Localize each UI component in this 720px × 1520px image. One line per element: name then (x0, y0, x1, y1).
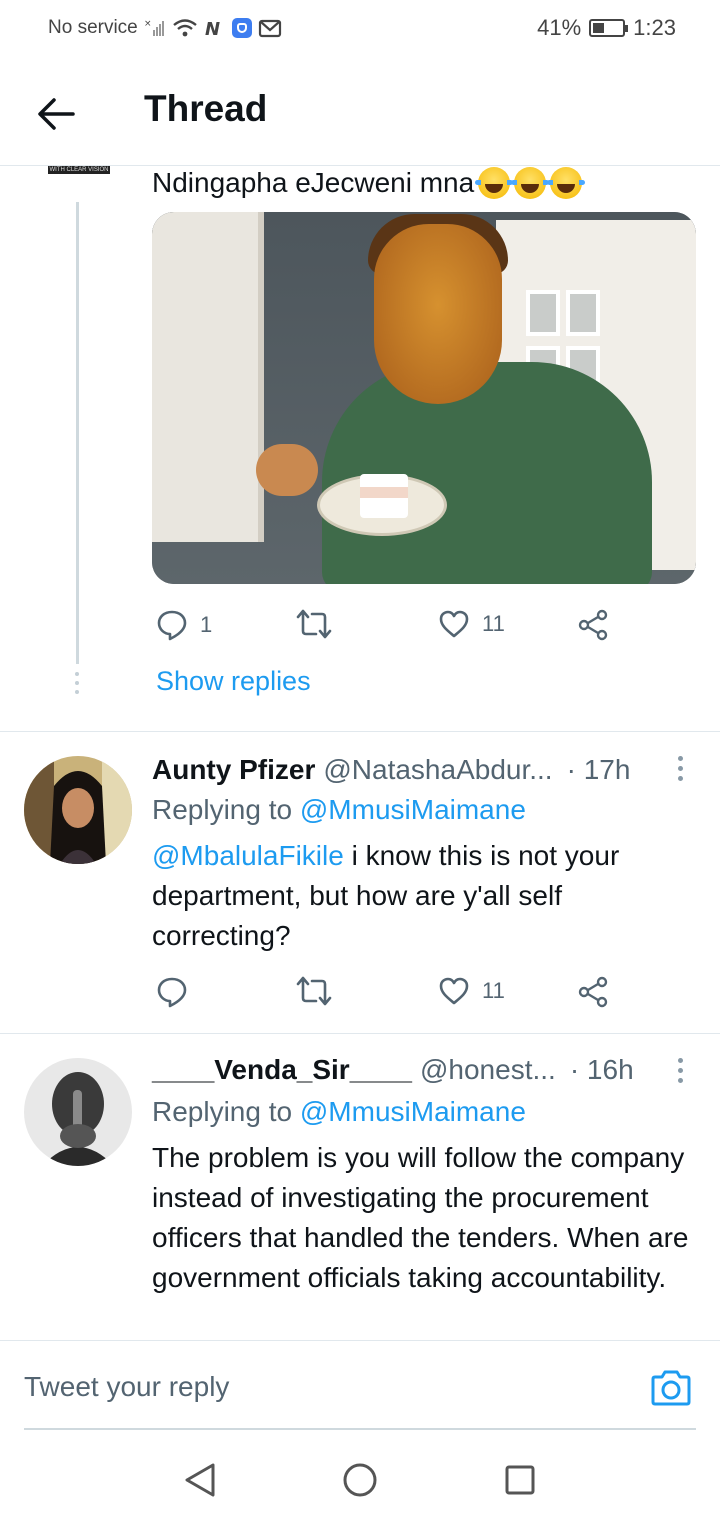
clock: 1:23 (633, 15, 676, 40)
camera-button[interactable] (650, 1369, 692, 1407)
back-button[interactable] (30, 88, 82, 140)
status-bar: No service × N 41% 1:23 (0, 0, 720, 58)
triangle-back-icon (185, 1463, 215, 1497)
signal-icon: × (144, 19, 164, 36)
comment-icon (157, 610, 187, 641)
display-name[interactable]: Aunty Pfizer (152, 754, 315, 786)
reply-text: @MbalulaFikile i know this is not your d… (152, 840, 620, 951)
tweet-media-image[interactable] (152, 212, 696, 584)
like-button[interactable]: 11 (438, 609, 505, 639)
nav-recents-button[interactable] (500, 1460, 540, 1500)
circle-home-icon (343, 1463, 377, 1497)
tears-of-joy-emoji-icon (511, 167, 550, 199)
timestamp: · 16h (569, 1054, 634, 1085)
share-button[interactable] (578, 609, 610, 641)
battery-percent: 41% (537, 15, 582, 40)
image-cake (360, 474, 408, 518)
replying-to-link[interactable]: @MmusiMaimane (300, 1096, 526, 1127)
svg-text:×: × (144, 19, 152, 29)
tweet-parent[interactable]: WITH CLEAR VISION Ndingapha eJecweni mna… (0, 166, 720, 732)
mention-link[interactable]: @MbalulaFikile (152, 840, 344, 871)
wifi-icon (172, 19, 197, 37)
tears-of-joy-emoji-icon (475, 167, 514, 199)
tweet-text: Ndingapha eJecweni mna (152, 166, 586, 200)
heart-icon (439, 977, 469, 1005)
svg-text:N: N (205, 19, 220, 38)
reply-header: Aunty Pfizer @NatashaAbdur... · 17h (152, 754, 630, 786)
battery-icon (589, 19, 629, 37)
tweet-reply-input[interactable]: Tweet your reply (24, 1371, 229, 1403)
reply-button[interactable]: 1 (156, 609, 212, 641)
reply-text: The problem is you will follow the compa… (152, 1142, 689, 1293)
mail-icon (258, 19, 281, 38)
image-door (152, 212, 264, 542)
nav-back-button[interactable] (180, 1460, 220, 1500)
display-name[interactable]: ____Venda_Sir____ (152, 1054, 412, 1086)
vpn-icon (231, 18, 252, 38)
replying-to: Replying to @MmusiMaimane (152, 794, 526, 825)
reply-tweet[interactable]: Aunty Pfizer @NatashaAbdur... · 17h Repl… (0, 732, 720, 1034)
replying-to: Replying to @MmusiMaimane (152, 1096, 526, 1127)
replying-to-link[interactable]: @MmusiMaimane (300, 794, 526, 825)
reply-tweet[interactable]: ____Venda_Sir____ @honest... · 16h Reply… (0, 1034, 720, 1340)
status-left: No service × N (48, 17, 282, 39)
share-icon (578, 976, 608, 1008)
status-right: 41% 1:23 (537, 15, 676, 41)
user-handle[interactable]: @honest... (420, 1054, 556, 1086)
reply-button[interactable] (156, 976, 200, 1008)
nav-home-button[interactable] (340, 1460, 380, 1500)
heart-icon (439, 610, 469, 638)
timestamp: · 17h (566, 754, 631, 785)
avatar[interactable] (24, 756, 132, 864)
tears-of-joy-emoji-icon (547, 167, 586, 199)
comment-icon (157, 977, 187, 1008)
avatar-label: WITH CLEAR VISION (48, 166, 110, 174)
reply-header: ____Venda_Sir____ @honest... · 16h (152, 1054, 634, 1086)
retweet-button[interactable] (296, 976, 344, 1006)
nfc-icon: N (205, 19, 220, 38)
camera-icon (651, 1370, 691, 1406)
reply-count: 1 (200, 612, 213, 637)
square-recents-icon (505, 1465, 535, 1495)
retweet-icon (296, 609, 332, 639)
share-icon (578, 609, 608, 641)
like-button[interactable]: 11 (438, 976, 505, 1006)
more-options-button[interactable] (678, 1058, 684, 1088)
more-options-button[interactable] (678, 756, 684, 786)
user-handle[interactable]: @NatashaAbdur... (323, 754, 552, 786)
retweet-icon (296, 976, 332, 1006)
thread-connector-line (76, 202, 79, 664)
share-button[interactable] (578, 976, 610, 1008)
retweet-button[interactable] (296, 609, 344, 639)
like-count: 11 (482, 611, 505, 636)
system-navigation-bar (0, 1430, 720, 1520)
page-title: Thread (144, 88, 268, 129)
thread-header: Thread (0, 58, 720, 166)
tweet-text-content: Ndingapha eJecweni mna (152, 167, 475, 198)
carrier-text: No service (48, 17, 138, 38)
image-person (322, 362, 652, 584)
avatar[interactable] (24, 1058, 132, 1166)
thread-more-dots[interactable] (72, 672, 82, 699)
arrow-left-icon (38, 98, 75, 130)
like-count: 11 (482, 978, 505, 1003)
show-replies-link[interactable]: Show replies (156, 666, 311, 697)
reply-composer: Tweet your reply (0, 1340, 720, 1430)
